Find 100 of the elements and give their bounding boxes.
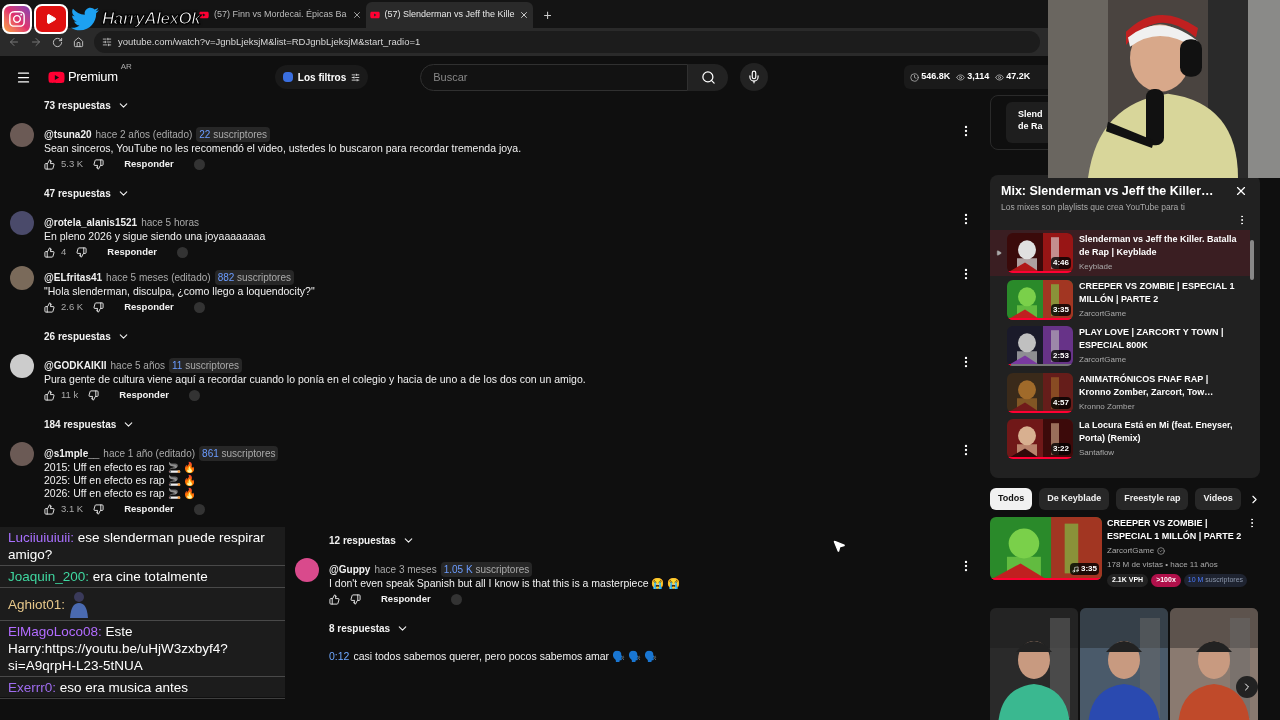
browser-tab[interactable]: (57) Slenderman vs Jeff the Kille <box>365 2 534 28</box>
replies-toggle[interactable]: 26 respuestas <box>44 329 130 344</box>
search-button[interactable] <box>688 63 729 91</box>
like-icon[interactable] <box>44 246 55 258</box>
chat-message: Luciiuiuiuii: ese slenderman puede respirar amigo? <box>8 529 266 563</box>
subscriber-badge: 861 suscriptores <box>199 446 279 461</box>
clock-icon <box>910 72 920 82</box>
search-icon <box>700 69 716 85</box>
like-icon[interactable] <box>44 301 55 313</box>
comment-text: 0:12 casi todos sabemos querer, pero pocos sabemos amar 🗣 🗣 🗣 <box>329 650 658 663</box>
comment-time: hace 3 meses <box>374 563 437 577</box>
search-field[interactable]: Buscar <box>420 63 689 91</box>
channel-brand: HarryAlexOk <box>102 8 201 31</box>
subscriber-badge: 22 suscriptores <box>196 127 271 142</box>
site-settings-icon <box>102 37 112 47</box>
filter-chip[interactable]: De Keyblade <box>1039 488 1110 510</box>
reply-button[interactable]: Responder <box>124 501 174 517</box>
youtube-icon <box>369 10 380 20</box>
sliders-icon <box>351 72 361 82</box>
replies-toggle[interactable]: 8 respuestas <box>329 621 410 636</box>
voice-search-button[interactable] <box>740 63 769 91</box>
stat-value: 47.2K <box>1006 70 1031 84</box>
reply-button[interactable]: Responder <box>119 387 169 403</box>
eye-icon <box>995 72 1005 82</box>
replies-toggle[interactable]: 184 respuestas <box>44 417 136 432</box>
dislike-icon[interactable] <box>350 593 361 605</box>
replies-toggle[interactable]: 12 respuestas <box>329 533 415 548</box>
dislike-icon[interactable] <box>76 246 88 258</box>
comment-text: Pura gente de cultura viene aquí a recordar cuando lo ponía en el colegio y hacia de uno a de los dos con un amigo. <box>44 373 587 386</box>
address-field[interactable]: youtube.com/watch?v=JgnbLjeksjM&list=RDJgnbLjeksjM&start_radio=1 <box>94 31 1040 53</box>
video-title: Slenderman vs Jeff the Killer. Batalla de Rap | Keyblade <box>1079 233 1238 259</box>
comment-author[interactable]: @s1mple__ <box>44 446 100 461</box>
cursor-icon <box>832 539 846 553</box>
close-icon[interactable] <box>519 10 530 20</box>
comment-text: Sean sinceros, YouTube no les recomendó el video, ustedes lo buscaron para recordar tremenda joya. <box>44 142 523 155</box>
playlist-item[interactable]: 3:22 La Locura Está en Mi (feat. Eneyser, Porta) (Remix) Santaflow <box>990 415 1250 463</box>
dislike-icon[interactable] <box>93 301 105 313</box>
playlist-item[interactable]: 4:46 Slenderman vs Jeff the Killer. Batalla de Rap | Keyblade Keyblade <box>990 229 1250 277</box>
timestamp-link[interactable]: 0:12 <box>329 650 350 662</box>
comment-author[interactable]: @ELfritas41 <box>44 270 103 285</box>
playlist-item[interactable]: 2:53 PLAY LOVE | ZARCORT Y TOWN | ESPECIAL 800K ZarcortGame <box>990 322 1250 370</box>
eye-icon <box>956 72 966 82</box>
channel-name: ZarcortGame <box>1079 307 1128 320</box>
replies-toggle[interactable]: 73 respuestas <box>44 98 130 113</box>
filter-chip[interactable]: Freestyle rap <box>1116 488 1189 510</box>
card-title: Slend <box>1018 108 1044 120</box>
comment-author[interactable]: @rotela_alanis1521 <box>44 215 138 230</box>
chat-message: Joaquin_200: era cine totalmente <box>8 568 208 585</box>
video-title: PLAY LOVE | ZARCORT Y TOWN | ESPECIAL 800K <box>1079 326 1225 352</box>
replies-toggle[interactable]: 47 respuestas <box>44 186 130 201</box>
playlist-item[interactable]: 4:57 ANIMATRÓNICOS FNAF RAP | Kronno Zomber, Zarcort, Tow… Kronno Zomber <box>990 369 1250 416</box>
comment-time: hace 5 meses (editado) <box>106 271 211 285</box>
like-icon[interactable] <box>44 158 55 170</box>
filter-button[interactable]: Los filtros <box>274 65 369 89</box>
twitter-icon <box>70 5 100 33</box>
instagram-icon <box>2 4 32 34</box>
comment-time: hace 2 años (editado) <box>95 128 193 142</box>
reply-button[interactable]: Responder <box>381 591 431 607</box>
comment-text: En pleno 2026 y sigue siendo una joyaaaaaaaa <box>44 230 267 243</box>
reload-icon[interactable] <box>52 36 63 48</box>
verified-icon <box>1157 547 1166 555</box>
comment-author[interactable]: @Guppy <box>329 562 371 577</box>
avatar[interactable] <box>10 354 34 378</box>
filter-chip[interactable]: Videos <box>1195 488 1241 510</box>
channel-name: ZarcortGame <box>1079 354 1128 366</box>
filter-chip[interactable]: Todos <box>990 488 1033 510</box>
dislike-icon[interactable] <box>93 503 105 515</box>
reply-button[interactable]: Responder <box>124 156 174 172</box>
now-playing-icon <box>995 250 1002 256</box>
reply-button[interactable]: Responder <box>107 244 157 260</box>
chat-message: Exerrr0: eso era musica antes <box>8 679 189 696</box>
close-icon[interactable] <box>351 10 362 20</box>
video-title: CREEPER VS ZOMBIE | ESPECIAL 1 MILLÓN | PARTE 2 <box>1079 279 1236 306</box>
comment-text: "Hola slenderman, disculpa, ¿como llego a loquendocity?" <box>44 285 316 298</box>
duration-text: 3:35 <box>1081 563 1097 575</box>
like-count: 3.1 K <box>61 501 84 516</box>
comment-time: hace 5 años <box>110 359 166 373</box>
comment-text: 2026: Uff en efecto es rap 🚬 🔥 <box>44 487 198 500</box>
menu-icon[interactable] <box>16 69 31 85</box>
chat-message: ElMagoLoco08: Este Harry:https://youtu.be/uHjW3zxbyf4?si=A9qrpH-L23-5tNUA <box>8 623 229 674</box>
like-icon[interactable] <box>329 593 340 605</box>
playlist-title: Mix: Slenderman vs Jeff the Killer… <box>1001 184 1215 199</box>
dislike-icon[interactable] <box>93 158 105 170</box>
playlist-subtitle: Los mixes son playlists que crea YouTube para ti <box>1001 201 1186 214</box>
like-icon[interactable] <box>44 389 55 401</box>
home-icon[interactable] <box>73 36 84 48</box>
close-icon[interactable] <box>1234 184 1248 198</box>
subscriber-badge: 11 suscriptores <box>169 358 243 373</box>
dislike-icon[interactable] <box>88 389 100 401</box>
video-title: La Locura Está en Mi (feat. Eneyser, Porta) (Remix) <box>1079 419 1234 445</box>
playlist-item[interactable]: 3:35 CREEPER VS ZOMBIE | ESPECIAL 1 MILLÓN | PARTE 2 ZarcortGame <box>990 276 1250 323</box>
comment-author[interactable]: @tsuna20 <box>44 127 92 142</box>
channel-name: Kronno Zomber <box>1079 400 1136 413</box>
reply-button[interactable]: Responder <box>124 299 174 315</box>
comment-text: 2025: Uff en efecto es rap 🚬 🔥 <box>44 474 198 487</box>
avatar[interactable] <box>295 558 319 582</box>
comment-author[interactable]: @GODKAIKII <box>44 358 107 373</box>
new-tab-button[interactable]: + <box>539 2 556 28</box>
like-icon[interactable] <box>44 503 55 515</box>
like-count: 11 k <box>61 387 79 402</box>
